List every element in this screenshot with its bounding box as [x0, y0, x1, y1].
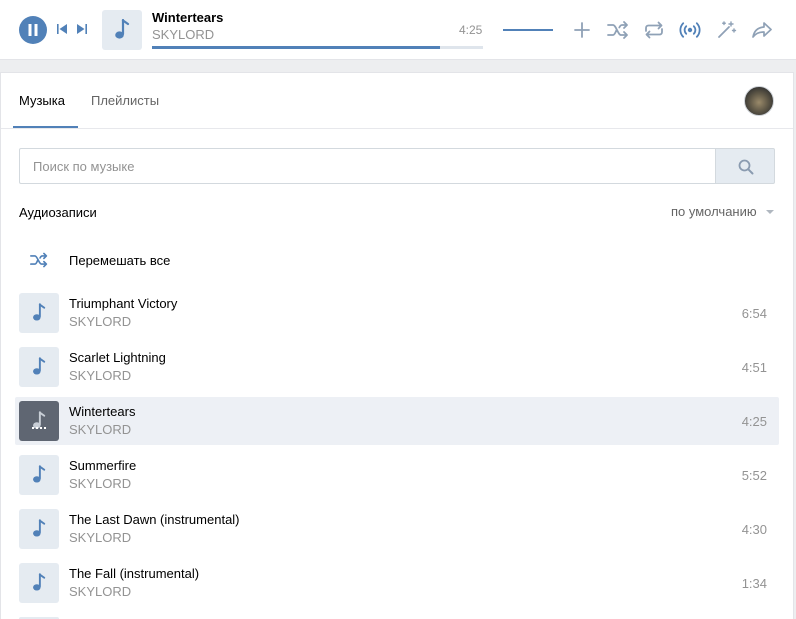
track-title: The Fall (instrumental) — [69, 566, 200, 581]
track-row[interactable]: The Last Dawn (instrumental) SKYLORD 4:3… — [15, 505, 779, 553]
previous-button[interactable] — [56, 23, 68, 38]
track-duration: 6:54 — [741, 306, 767, 321]
track-title: Triumphant Victory — [69, 296, 178, 311]
track-row-current[interactable]: Wintertears SKYLORD 4:25 — [15, 397, 779, 445]
search-input[interactable] — [19, 148, 715, 184]
audio-player-bar: Wintertears SKYLORD 4:25 — [0, 0, 796, 60]
track-duration: 5:52 — [741, 468, 767, 483]
pause-icon — [28, 24, 38, 36]
music-note-icon — [33, 465, 46, 483]
tab-playlists[interactable]: Плейлисты — [91, 93, 159, 108]
tab-music[interactable]: Музыка — [19, 93, 65, 108]
track-cover[interactable] — [19, 563, 59, 603]
now-playing-artist[interactable]: SKYLORD — [152, 27, 214, 42]
track-cover[interactable] — [19, 509, 59, 549]
now-playing-cover — [102, 10, 142, 50]
track-duration: 4:51 — [741, 360, 767, 375]
progress-fill — [152, 46, 440, 49]
music-note-icon — [33, 303, 46, 321]
track-title: Summerfire — [69, 458, 137, 473]
music-note-icon — [33, 519, 46, 537]
broadcast-icon — [679, 22, 701, 38]
next-icon — [77, 24, 87, 34]
add-button[interactable] — [570, 19, 594, 41]
search-icon — [738, 159, 754, 175]
track-duration: 4:25 — [741, 414, 767, 429]
track-artist[interactable]: SKYLORD — [69, 584, 131, 599]
track-artist[interactable]: SKYLORD — [69, 368, 131, 383]
active-tab-indicator — [13, 126, 78, 128]
shuffle-button[interactable] — [606, 19, 630, 41]
track-artist[interactable]: SKYLORD — [69, 476, 131, 491]
recommendations-button[interactable] — [714, 19, 738, 41]
share-icon — [752, 22, 772, 38]
pause-button[interactable] — [19, 16, 47, 44]
shuffle-icon — [607, 21, 628, 39]
track-row-partial[interactable] — [15, 613, 779, 619]
recommendations-icon — [718, 21, 737, 38]
music-note-icon — [33, 357, 46, 375]
add-icon — [574, 22, 590, 38]
track-artist[interactable]: SKYLORD — [69, 530, 131, 545]
section-title: Аудиозаписи — [19, 205, 97, 220]
shuffle-icon — [30, 252, 48, 268]
track-duration: 4:30 — [741, 522, 767, 537]
now-playing-time[interactable]: 4:25 — [459, 23, 482, 37]
track-row[interactable]: Summerfire SKYLORD 5:52 — [15, 451, 779, 499]
chevron-down-icon — [766, 210, 774, 214]
volume-slider[interactable] — [503, 29, 553, 31]
shuffle-all-label: Перемешать все — [69, 253, 171, 268]
track-duration: 1:34 — [741, 576, 767, 591]
repeat-icon — [645, 21, 663, 39]
avatar[interactable] — [744, 86, 774, 116]
share-button[interactable] — [750, 19, 774, 41]
track-title: Wintertears — [69, 404, 136, 419]
track-artist[interactable]: SKYLORD — [69, 314, 131, 329]
previous-icon — [57, 24, 67, 34]
music-note-icon — [115, 19, 130, 39]
repeat-button[interactable] — [642, 19, 666, 41]
music-note-icon — [33, 573, 46, 591]
track-title: Scarlet Lightning — [69, 350, 166, 365]
music-panel: Музыка Плейлисты Аудиозаписи по умолчани… — [0, 72, 794, 619]
track-cover[interactable] — [19, 347, 59, 387]
sort-dropdown[interactable]: по умолчанию — [671, 204, 757, 219]
track-row[interactable]: Scarlet Lightning SKYLORD 4:51 — [15, 343, 779, 391]
broadcast-button[interactable] — [678, 19, 702, 41]
track-artist[interactable]: SKYLORD — [69, 422, 131, 437]
now-playing-title: Wintertears — [152, 10, 224, 25]
track-row[interactable]: The Fall (instrumental) SKYLORD 1:34 — [15, 559, 779, 607]
playing-indicator-icon — [32, 427, 46, 429]
track-row[interactable]: Triumphant Victory SKYLORD 6:54 — [15, 289, 779, 337]
track-cover[interactable] — [19, 293, 59, 333]
track-cover[interactable] — [19, 401, 59, 441]
search-button[interactable] — [715, 148, 775, 184]
next-button[interactable] — [76, 23, 88, 38]
progress-bar[interactable] — [152, 46, 483, 49]
shuffle-all-button[interactable]: Перемешать все — [19, 245, 319, 275]
track-title: The Last Dawn (instrumental) — [69, 512, 240, 527]
track-cover[interactable] — [19, 455, 59, 495]
tab-bar: Музыка Плейлисты — [1, 73, 793, 129]
